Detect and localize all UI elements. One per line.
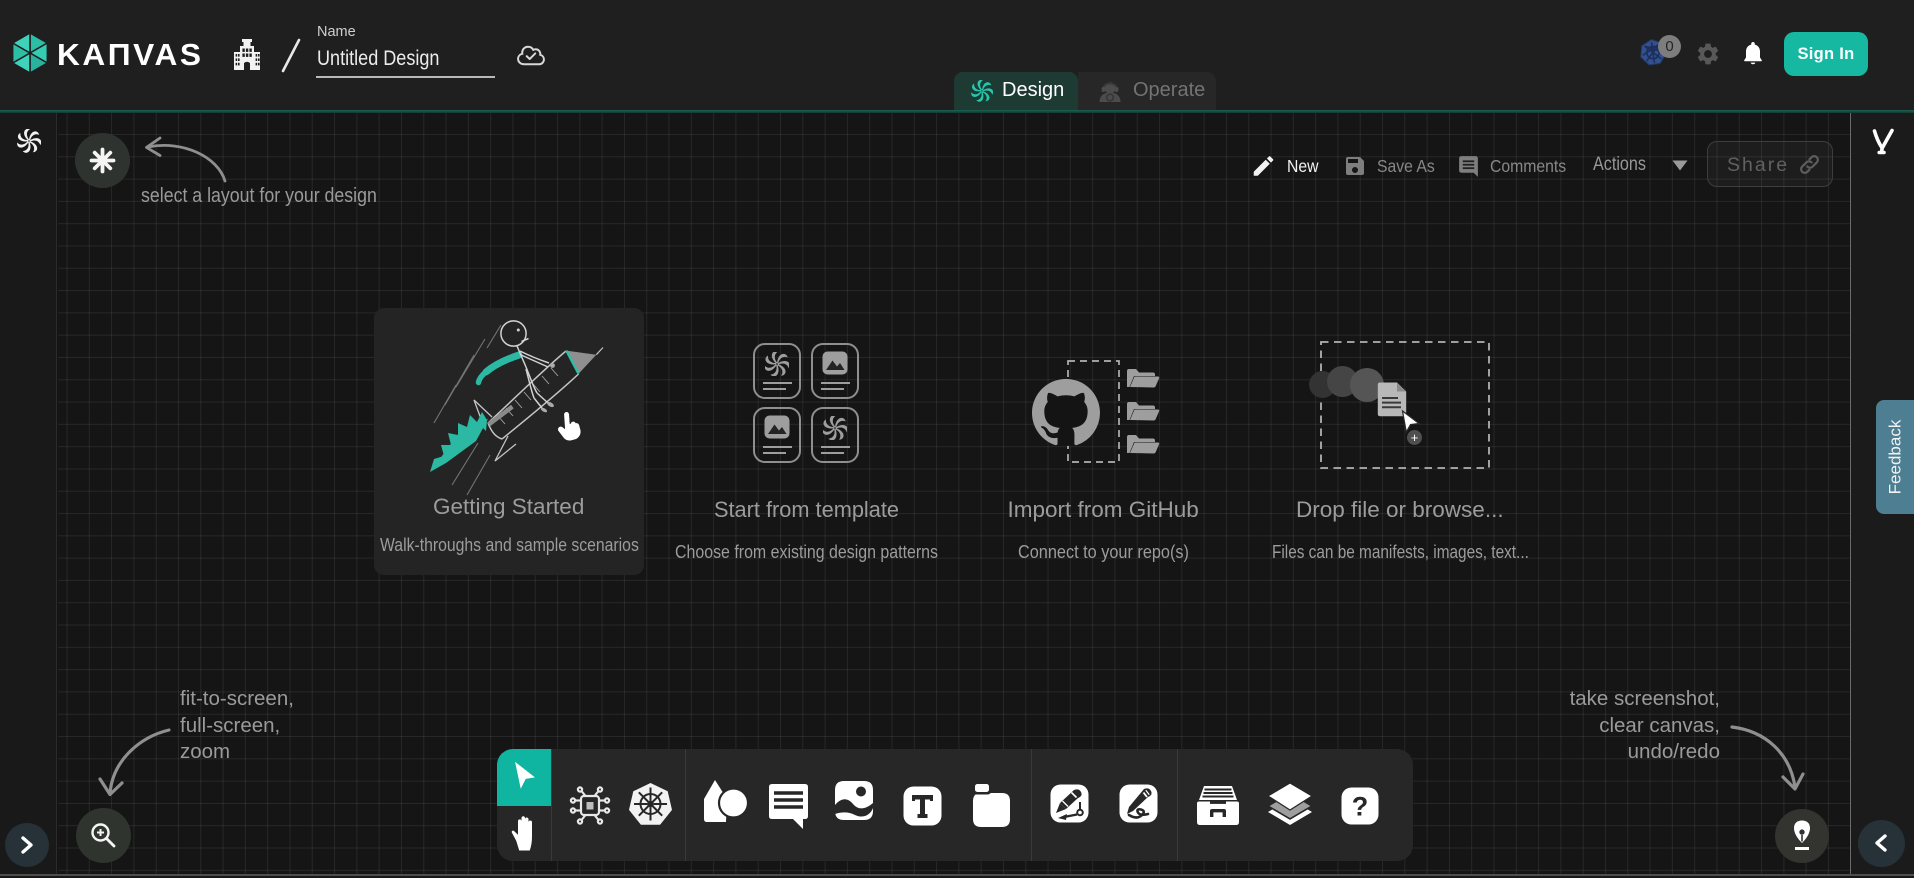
svg-text:?: ?: [1352, 792, 1369, 822]
